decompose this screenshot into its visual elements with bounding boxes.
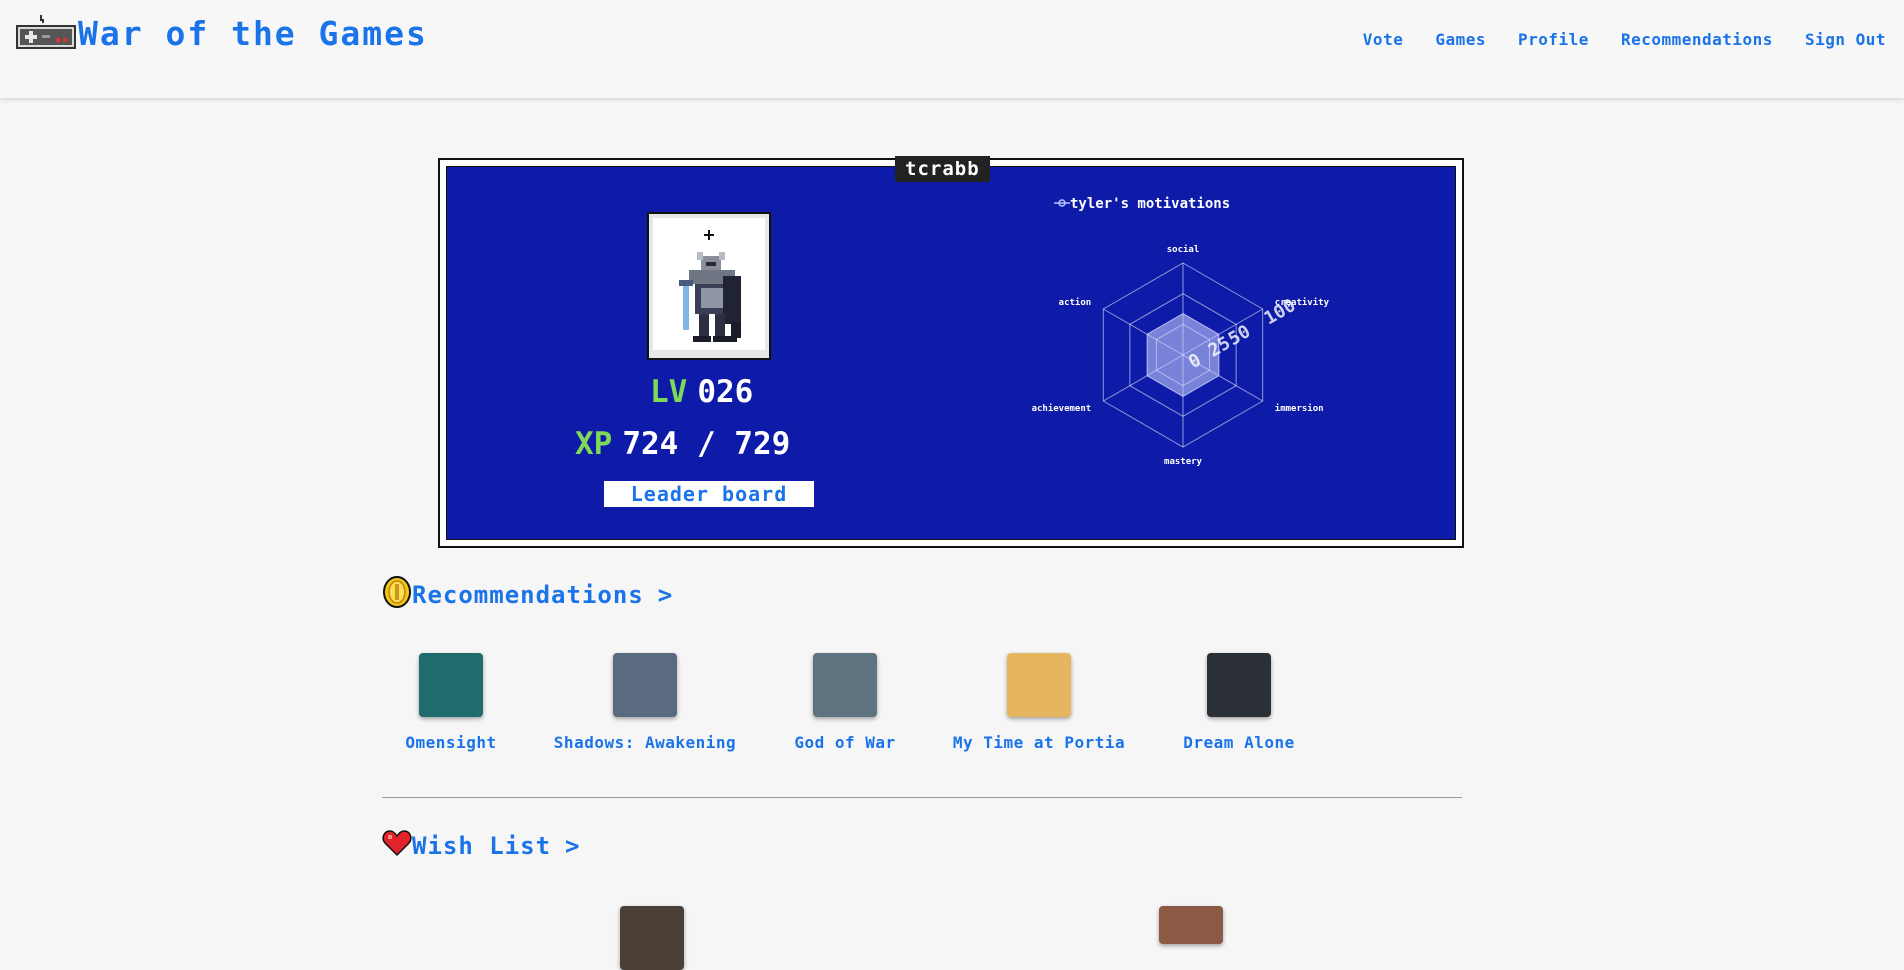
site-title[interactable]: War of the Games (78, 14, 428, 53)
radar-axis-label: social (1167, 244, 1200, 255)
legend-marker-icon (1054, 196, 1070, 212)
section-divider (382, 797, 1462, 798)
coin-icon (382, 576, 412, 614)
game-cover (1159, 906, 1223, 944)
level-display: LV 026 (650, 374, 753, 410)
game-card[interactable]: Shadows: Awakening (545, 653, 745, 752)
avatar[interactable] (647, 212, 771, 360)
top-nav-bar: War of the Games Vote Games Profile Reco… (0, 0, 1904, 98)
username-tag: tcrabb (895, 156, 990, 182)
game-card[interactable] (1091, 906, 1291, 944)
radar-data-polygon (1146, 313, 1220, 397)
game-cover (613, 653, 677, 717)
nav-games[interactable]: Games (1435, 30, 1486, 49)
avatar-image (653, 218, 765, 350)
gamepad-logo-icon (16, 14, 76, 53)
xp-value: 724 / 729 (622, 426, 791, 462)
game-cover (620, 906, 684, 970)
motivations-legend[interactable]: tyler's motivations (1054, 196, 1230, 212)
recommendations-title: Recommendations (412, 581, 644, 609)
game-title: Omensight (405, 733, 497, 752)
brand[interactable]: War of the Games (16, 14, 428, 53)
game-card[interactable]: My Time at Portia (939, 653, 1139, 752)
leaderboard-button[interactable]: Leader board (604, 481, 814, 507)
motivation-radar-chart: socialcreativityimmersionmasteryachievem… (1032, 244, 1330, 467)
game-card[interactable]: God of War (745, 653, 945, 752)
motivations-title: tyler's motivations (1070, 196, 1231, 212)
game-cover (419, 653, 483, 717)
level-label: LV (650, 374, 688, 410)
game-cover (1207, 653, 1271, 717)
game-card[interactable] (552, 906, 752, 970)
wishlist-heading[interactable]: Wish List > (382, 829, 581, 863)
nav-recommendations[interactable]: Recommendations (1621, 30, 1773, 49)
game-cover (1007, 653, 1071, 717)
game-cover (813, 653, 877, 717)
radar-axis-label: mastery (1164, 457, 1203, 467)
nav-sign-out[interactable]: Sign Out (1805, 30, 1886, 49)
heart-icon (382, 829, 412, 863)
chevron-right-icon: > (565, 832, 581, 860)
game-card[interactable]: Omensight (351, 653, 551, 752)
game-title: Dream Alone (1183, 733, 1295, 752)
xp-display: XP 724 / 729 (575, 426, 790, 462)
knight-sprite-icon (679, 230, 741, 342)
wishlist-title: Wish List (412, 832, 552, 860)
radar-axis-label: achievement (1032, 403, 1092, 414)
recommendations-heading[interactable]: Recommendations > (382, 576, 673, 614)
xp-label: XP (575, 426, 613, 462)
radar-axis-label: action (1059, 297, 1092, 308)
game-title: My Time at Portia (952, 733, 1126, 752)
nav-profile[interactable]: Profile (1518, 30, 1589, 49)
main-nav: Vote Games Profile Recommendations Sign … (1363, 30, 1904, 49)
radar-axis-label: immersion (1275, 403, 1324, 414)
game-card[interactable]: Dream Alone (1139, 653, 1339, 752)
game-title: God of War (794, 733, 896, 752)
nav-vote[interactable]: Vote (1363, 30, 1404, 49)
chevron-right-icon: > (657, 581, 674, 609)
game-title: Shadows: Awakening (553, 733, 737, 752)
level-value: 026 (697, 374, 754, 410)
